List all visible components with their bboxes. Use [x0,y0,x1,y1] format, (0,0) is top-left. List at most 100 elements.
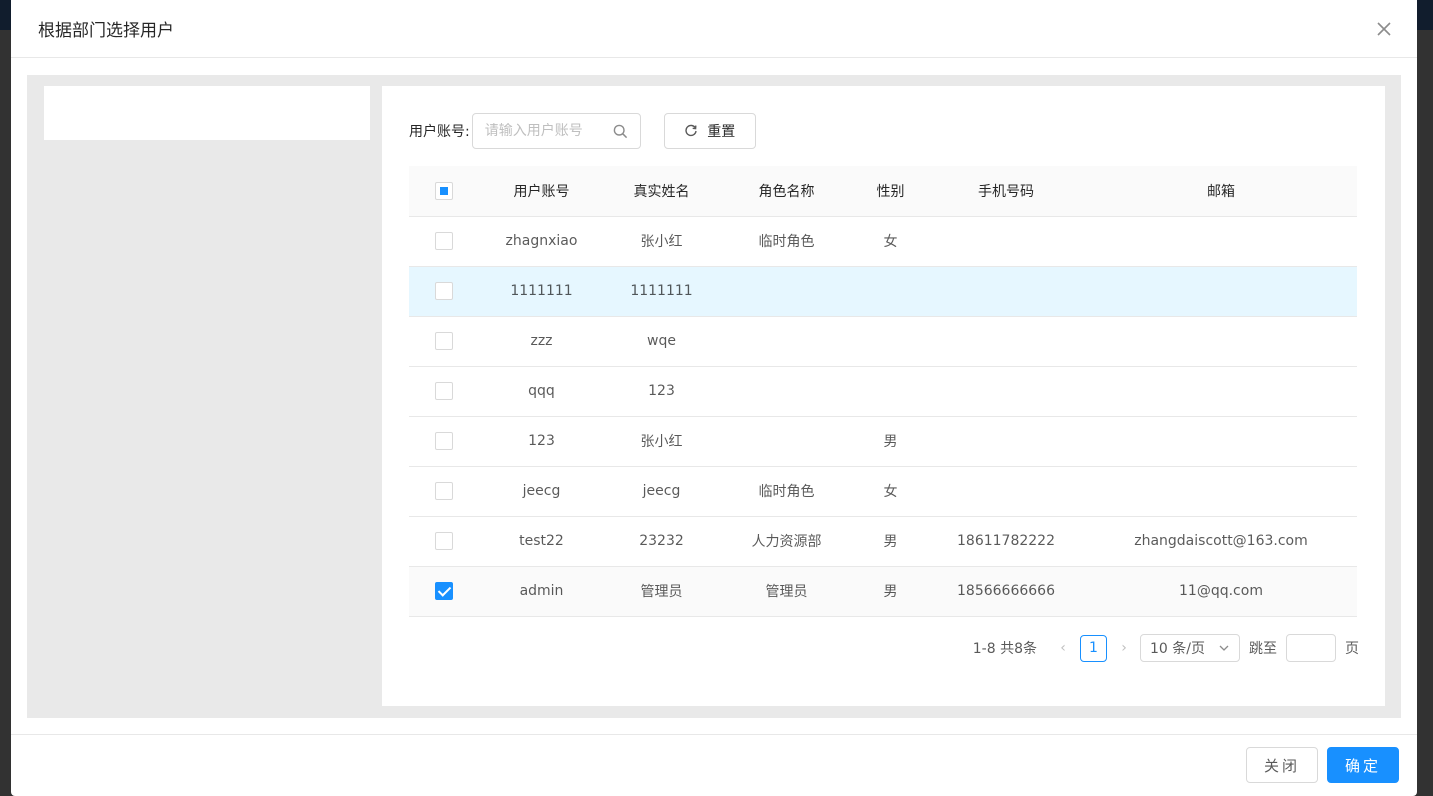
cell-role: 管理员 [719,566,854,617]
search-input[interactable] [484,123,603,139]
close-button[interactable]: 关闭 [1246,747,1318,783]
user-table: 用户账号 真实姓名 角色名称 性别 手机号码 邮箱 zhagnxiao 张小红 … [409,166,1357,617]
page-jumper: 跳至 页 [1249,634,1359,662]
chevron-right-icon[interactable]: › [1114,640,1134,656]
table-row[interactable]: zhagnxiao 张小红 临时角色 女 [409,216,1357,267]
cell-account: admin [479,566,604,617]
jump-page-input[interactable] [1286,634,1336,662]
pagination-page-1[interactable]: 1 [1080,634,1107,662]
cell-email [1085,466,1357,517]
cell-account: zhagnxiao [479,216,604,267]
cell-role: 人力资源部 [719,516,854,567]
table-row[interactable]: test22 23232 人力资源部 男 18611782222 zhangda… [409,516,1357,567]
cell-role [719,316,854,367]
reload-icon [685,124,697,137]
cell-email [1085,366,1357,417]
cell-phone: 18611782222 [927,516,1085,567]
row-checkbox[interactable] [435,582,453,600]
cell-role: 临时角色 [719,466,854,517]
cell-role: 临时角色 [719,216,854,267]
modal-body: 用户账号: 重置 [27,75,1401,718]
cell-email [1085,316,1357,367]
col-header-name: 真实姓名 [604,166,719,217]
cell-phone [927,466,1085,517]
confirm-button[interactable]: 确定 [1327,747,1399,783]
cell-name: 张小红 [604,216,719,267]
cell-phone [927,216,1085,267]
col-header-role: 角色名称 [719,166,854,217]
table-row[interactable]: admin 管理员 管理员 男 18566666666 11@qq.com [409,566,1357,617]
cell-gender [854,316,927,367]
cell-name: 管理员 [604,566,719,617]
cell-name: 1111111 [604,266,719,317]
select-user-modal: 根据部门选择用户 用户账号: 重置 [11,0,1417,796]
row-checkbox[interactable] [435,382,453,400]
reset-button[interactable]: 重置 [663,113,756,149]
cell-name: jeecg [604,466,719,517]
page-size-select[interactable]: 10 条/页 [1140,634,1240,662]
pagination-total: 1-8 共8条 [972,641,1037,657]
cell-phone [927,266,1085,317]
cell-email [1085,216,1357,267]
select-all-cell [409,166,479,217]
table-header-row: 用户账号 真实姓名 角色名称 性别 手机号码 邮箱 [409,166,1357,217]
cell-account: jeecg [479,466,604,517]
modal-title: 根据部门选择用户 [38,21,174,41]
jump-label: 跳至 [1249,641,1277,657]
cell-email [1085,266,1357,317]
close-icon[interactable] [1373,18,1395,40]
cell-role [719,266,854,317]
cell-email: 11@qq.com [1085,566,1357,617]
col-header-gender: 性别 [854,166,927,217]
cell-account: zzz [479,316,604,367]
cell-account: 123 [479,416,604,467]
col-header-phone: 手机号码 [927,166,1085,217]
cell-phone [927,366,1085,417]
cell-gender: 女 [854,216,927,267]
row-checkbox[interactable] [435,432,453,450]
search-form: 用户账号: 重置 [409,113,756,149]
cell-phone [927,316,1085,367]
cell-name: 123 [604,366,719,417]
cell-role [719,416,854,467]
table-row[interactable]: jeecg jeecg 临时角色 女 [409,466,1357,517]
cell-name: wqe [604,316,719,367]
row-checkbox[interactable] [435,532,453,550]
modal-header: 根据部门选择用户 [11,0,1417,58]
cell-phone: 18566666666 [927,566,1085,617]
col-header-email: 邮箱 [1085,166,1357,217]
page-size-value: 10 条/页 [1150,641,1205,657]
user-list-panel: 用户账号: 重置 [382,86,1385,706]
table-row[interactable]: 1111111 1111111 [409,266,1357,317]
cell-phone [927,416,1085,467]
chevron-down-icon [1219,645,1229,651]
page-suffix-label: 页 [1345,641,1359,657]
cell-gender [854,266,927,317]
department-tree-panel [44,86,370,140]
cell-role [719,366,854,417]
select-all-checkbox[interactable] [435,181,453,200]
row-checkbox[interactable] [435,482,453,500]
cell-email [1085,416,1357,467]
modal-footer: 关闭 确定 [11,734,1417,796]
search-input-wrapper [471,113,641,149]
cell-name: 张小红 [604,416,719,467]
cell-account: qqq [479,366,604,417]
cell-gender: 男 [854,416,927,467]
cell-account: 1111111 [479,266,604,317]
table-row[interactable]: 123 张小红 男 [409,416,1357,467]
cell-name: 23232 [604,516,719,567]
cell-gender: 男 [854,516,927,567]
cell-gender: 女 [854,466,927,517]
row-checkbox[interactable] [435,232,453,250]
search-icon[interactable] [613,124,628,143]
reset-label: 重置 [707,124,736,140]
row-checkbox[interactable] [435,282,453,300]
pagination: 1-8 共8条 ‹ 1 › 10 条/页 跳至 页 [973,634,1359,662]
cell-gender [854,366,927,417]
col-header-account: 用户账号 [479,166,604,217]
row-checkbox[interactable] [435,332,453,350]
table-row[interactable]: qqq 123 [409,366,1357,417]
chevron-left-icon[interactable]: ‹ [1053,640,1073,656]
table-row[interactable]: zzz wqe [409,316,1357,367]
